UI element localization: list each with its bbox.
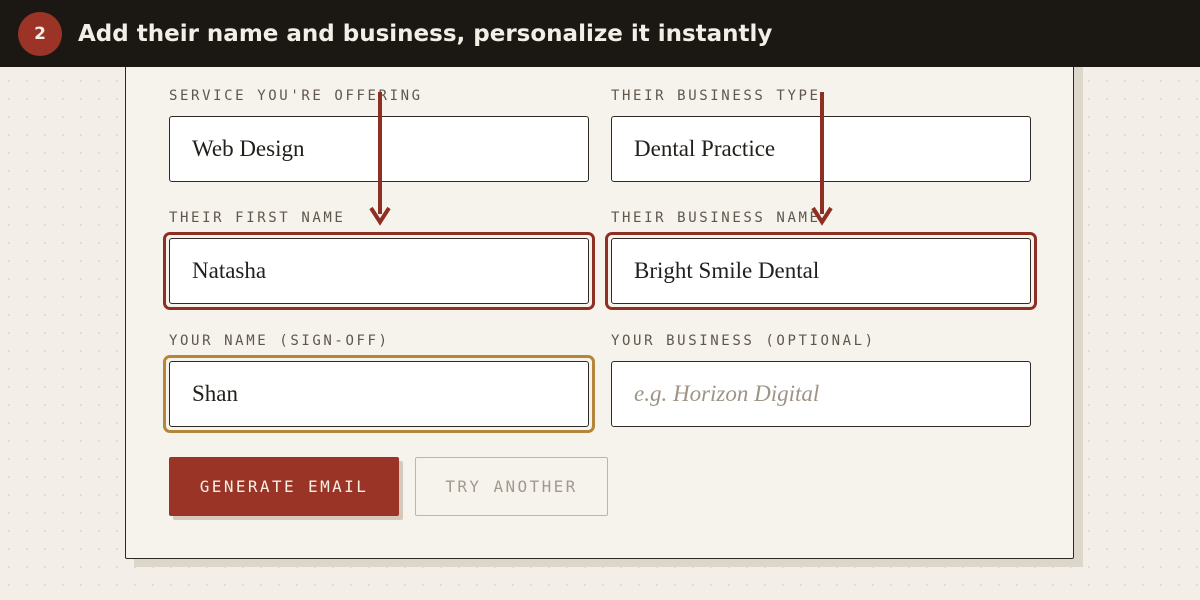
step-number-badge: 2 (18, 12, 62, 56)
try-another-button[interactable]: TRY ANOTHER (415, 457, 608, 516)
your-business-label: YOUR BUSINESS (OPTIONAL) (611, 333, 876, 349)
business-name-input[interactable] (611, 238, 1031, 304)
instruction-banner: 2 Add their name and business, personali… (0, 0, 1200, 67)
your-name-input[interactable] (169, 361, 589, 427)
business-type-input[interactable] (611, 116, 1031, 182)
your-business-input[interactable] (611, 361, 1031, 427)
first-name-label: THEIR FIRST NAME (169, 210, 346, 226)
business-type-label: THEIR BUSINESS TYPE (611, 88, 821, 104)
service-label: SERVICE YOU'RE OFFERING (169, 88, 423, 104)
first-name-input[interactable] (169, 238, 589, 304)
service-input[interactable] (169, 116, 589, 182)
generate-email-button[interactable]: GENERATE EMAIL (169, 457, 399, 516)
business-name-label: THEIR BUSINESS NAME (611, 210, 821, 226)
banner-title: Add their name and business, personalize… (78, 21, 773, 47)
your-name-label: YOUR NAME (SIGN-OFF) (169, 333, 390, 349)
